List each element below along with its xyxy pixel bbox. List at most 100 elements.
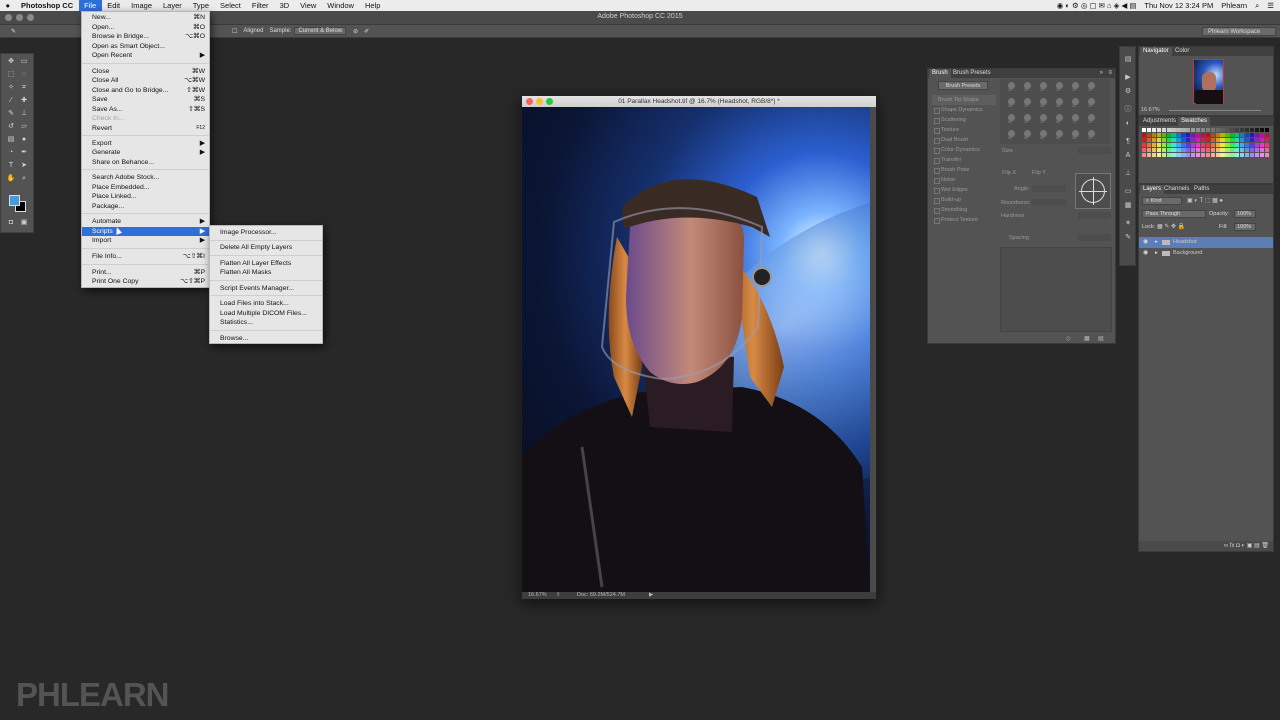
type-tool-icon[interactable]: T xyxy=(6,161,16,170)
swatch-cell[interactable] xyxy=(1225,133,1230,138)
swatch-cell[interactable] xyxy=(1225,148,1230,153)
user-name[interactable]: Phlearn xyxy=(1221,0,1247,11)
swatch-cell[interactable] xyxy=(1210,153,1215,158)
swatch-cell[interactable] xyxy=(1259,153,1264,158)
swatch-cell[interactable] xyxy=(1205,133,1211,138)
layer-name[interactable]: Headshot xyxy=(1173,237,1197,248)
swatch-cell[interactable] xyxy=(1220,128,1225,133)
vertical-scrollbar[interactable] xyxy=(870,107,876,592)
swatch-cell[interactable] xyxy=(1195,143,1201,148)
swatch-cell[interactable] xyxy=(1181,138,1186,143)
menu-item-open[interactable]: Open... ⌘O xyxy=(82,23,209,32)
healing-tool-icon[interactable]: ✚ xyxy=(19,96,29,105)
swatch-cell[interactable] xyxy=(1166,128,1171,133)
layer-row-headshot[interactable]: ◉ ▸ Headshot xyxy=(1139,237,1273,248)
swatch-cell[interactable] xyxy=(1191,133,1196,138)
swatch-cell[interactable] xyxy=(1166,143,1171,148)
menu-type[interactable]: Type xyxy=(187,0,214,11)
swatch-cell[interactable] xyxy=(1181,133,1186,138)
timeline-panel-icon[interactable]: ▭ xyxy=(1122,187,1134,196)
swatch-cell[interactable] xyxy=(1176,128,1181,133)
submenu-item-flatten-layer-effects[interactable]: Flatten All Layer Effects xyxy=(210,259,322,268)
clone-source-panel-icon[interactable]: ⊥ xyxy=(1122,169,1134,178)
swatch-cell[interactable] xyxy=(1186,143,1191,148)
swatch-cell[interactable] xyxy=(1156,153,1162,158)
swatch-cell[interactable] xyxy=(1254,143,1260,148)
dodge-tool-icon[interactable]: ◔ xyxy=(6,148,16,157)
swatch-cell[interactable] xyxy=(1161,133,1166,138)
swatch-cell[interactable] xyxy=(1220,148,1225,153)
swatch-cell[interactable] xyxy=(1151,143,1157,148)
swatch-cell[interactable] xyxy=(1254,138,1260,143)
swatch-cell[interactable] xyxy=(1181,128,1186,133)
menu-item-search-adobe-stock[interactable]: Search Adobe Stock... xyxy=(82,173,209,182)
toggle-hardness-icon[interactable]: ◇ xyxy=(1066,335,1071,342)
swatch-cell[interactable] xyxy=(1230,143,1235,148)
swatch-cell[interactable] xyxy=(1235,128,1240,133)
marquee-tool-icon[interactable]: ⬚ xyxy=(6,70,16,79)
menu-view[interactable]: View xyxy=(295,0,322,11)
fill-field[interactable]: 100% xyxy=(1234,223,1256,231)
foreground-color-swatch[interactable] xyxy=(9,195,20,206)
search-icon[interactable]: ⌕ xyxy=(1255,0,1259,11)
swatch-cell[interactable] xyxy=(1249,128,1255,133)
eyedropper-tool-icon[interactable]: ⁄ xyxy=(6,96,16,105)
zoom-level[interactable]: 16.67% xyxy=(528,592,547,599)
flip-y-checkbox[interactable]: Flip Y xyxy=(1032,170,1046,176)
expand-arrow-icon[interactable]: ▸ xyxy=(1155,237,1158,248)
swatch-cell[interactable] xyxy=(1171,153,1176,158)
swatch-cell[interactable] xyxy=(1161,153,1166,158)
move-tool-icon[interactable]: ✥ xyxy=(6,57,16,66)
swatch-cell[interactable] xyxy=(1249,153,1255,158)
pen-tool-icon[interactable]: ✒ xyxy=(19,148,29,157)
swatch-cell[interactable] xyxy=(1244,148,1250,153)
blend-mode-dropdown[interactable]: Pass Through xyxy=(1142,210,1206,218)
swatch-cell[interactable] xyxy=(1186,128,1191,133)
swatch-cell[interactable] xyxy=(1195,128,1201,133)
swatch-cell[interactable] xyxy=(1205,128,1211,133)
properties-panel-icon[interactable]: ⚙ xyxy=(1122,87,1134,96)
artboard-tool-icon[interactable]: ▭ xyxy=(19,57,29,66)
swatch-cell[interactable] xyxy=(1240,153,1245,158)
menu-help[interactable]: Help xyxy=(359,0,385,11)
ignore-adjustment-icon[interactable]: ⊘ xyxy=(350,28,361,35)
list-icon[interactable]: ☰ xyxy=(1267,0,1274,11)
paragraph-panel-icon[interactable]: ¶ xyxy=(1122,137,1134,146)
eraser-tool-icon[interactable]: ▱ xyxy=(19,122,29,131)
swatch-cell[interactable] xyxy=(1181,143,1186,148)
workspace-dropdown[interactable]: Phlearn Workspace xyxy=(1202,27,1276,36)
menu-item-revert[interactable]: Revert F12 xyxy=(82,124,209,133)
swatch-cell[interactable] xyxy=(1220,153,1225,158)
menu-3d[interactable]: 3D xyxy=(274,0,295,11)
gradient-tool-icon[interactable]: ▤ xyxy=(6,135,16,144)
share-icon[interactable]: ⇪ xyxy=(556,592,561,599)
swatch-cell[interactable] xyxy=(1230,138,1235,143)
tab-color[interactable]: Color xyxy=(1172,47,1192,56)
menu-app-name[interactable]: Photoshop CC xyxy=(16,0,79,11)
swatch-cell[interactable] xyxy=(1264,153,1269,158)
crop-tool-icon[interactable]: ⌗ xyxy=(19,83,29,92)
swatch-cell[interactable] xyxy=(1191,148,1196,153)
image-canvas[interactable] xyxy=(522,107,870,592)
hand-tool-icon[interactable]: ✋ xyxy=(6,174,16,183)
texture-option[interactable]: Texture xyxy=(932,126,996,135)
zoom-tool-icon[interactable]: ⌕ xyxy=(19,174,29,183)
swatch-cell[interactable] xyxy=(1225,153,1230,158)
actions-panel-icon[interactable]: ▶ xyxy=(1122,73,1134,82)
menu-item-print-one-copy[interactable]: Print One Copy ⌥⇧⌘P xyxy=(82,277,209,286)
swatch-cell[interactable] xyxy=(1249,148,1255,153)
apple-icon[interactable]: ● xyxy=(0,0,16,11)
swatch-cell[interactable] xyxy=(1195,138,1201,143)
dual-brush-option[interactable]: Dual Brush xyxy=(932,136,996,145)
swatch-cell[interactable] xyxy=(1186,148,1191,153)
swatch-cell[interactable] xyxy=(1146,138,1152,143)
path-select-tool-icon[interactable]: ➤ xyxy=(19,161,29,170)
menu-item-place-linked[interactable]: Place Linked... xyxy=(82,192,209,201)
swatch-cell[interactable] xyxy=(1205,148,1211,153)
swatch-cell[interactable] xyxy=(1176,148,1181,153)
menu-item-automate[interactable]: Automate ▶ xyxy=(82,217,209,226)
doc-zoom-button[interactable] xyxy=(546,98,553,105)
swatch-cell[interactable] xyxy=(1200,153,1206,158)
swatch-cell[interactable] xyxy=(1166,133,1171,138)
swatch-cell[interactable] xyxy=(1264,143,1269,148)
